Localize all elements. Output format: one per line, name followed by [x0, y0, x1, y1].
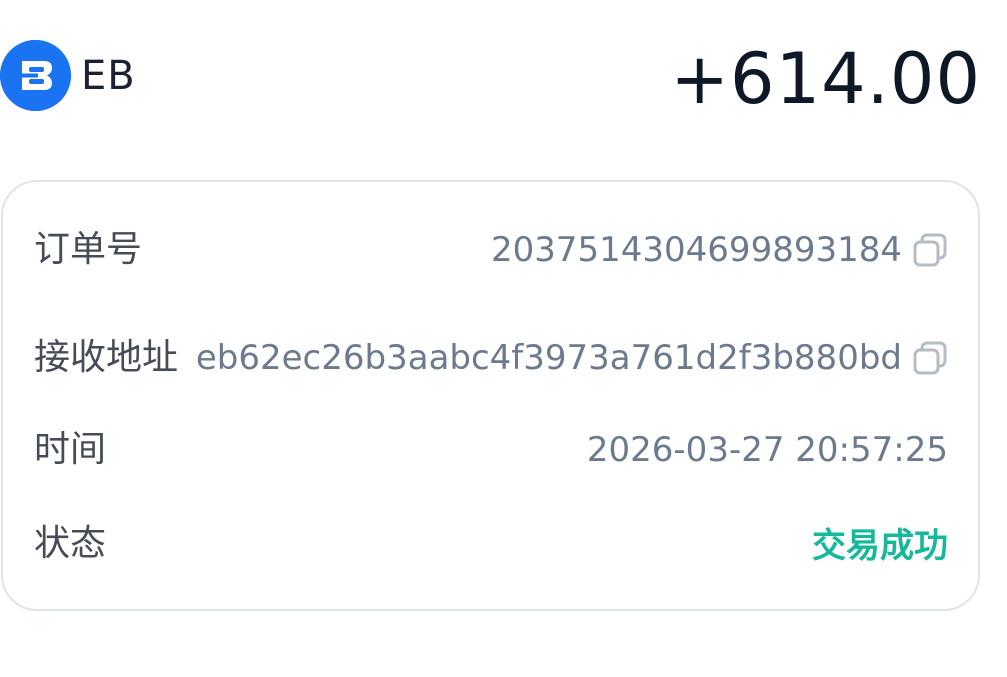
coin-symbol: EB	[81, 53, 136, 99]
status-label: 状态	[34, 523, 107, 564]
eb-coin-logo-icon	[0, 40, 71, 111]
receive-address-row: eb62ec26b3aabc4f3973a761d2f3b880bd	[196, 336, 948, 380]
time-label: 时间	[34, 429, 107, 470]
transaction-detail-card: 订单号 2037514304699893184 接收地址 eb62ec26b3a…	[1, 180, 980, 611]
receive-address-label: 接收地址	[34, 337, 179, 378]
order-number-label: 订单号	[34, 229, 143, 270]
status-value: 交易成功	[812, 526, 948, 566]
time-value: 2026-03-27 20:57:25	[586, 430, 948, 470]
copy-icon[interactable]	[912, 232, 948, 268]
receive-address-value: eb62ec26b3aabc4f3973a761d2f3b880bd	[195, 338, 902, 378]
copy-icon[interactable]	[912, 340, 948, 376]
order-number-row: 2037514304699893184	[491, 228, 948, 272]
order-number-value: 2037514304699893184	[490, 230, 902, 270]
transaction-amount: +614.00	[670, 38, 981, 120]
